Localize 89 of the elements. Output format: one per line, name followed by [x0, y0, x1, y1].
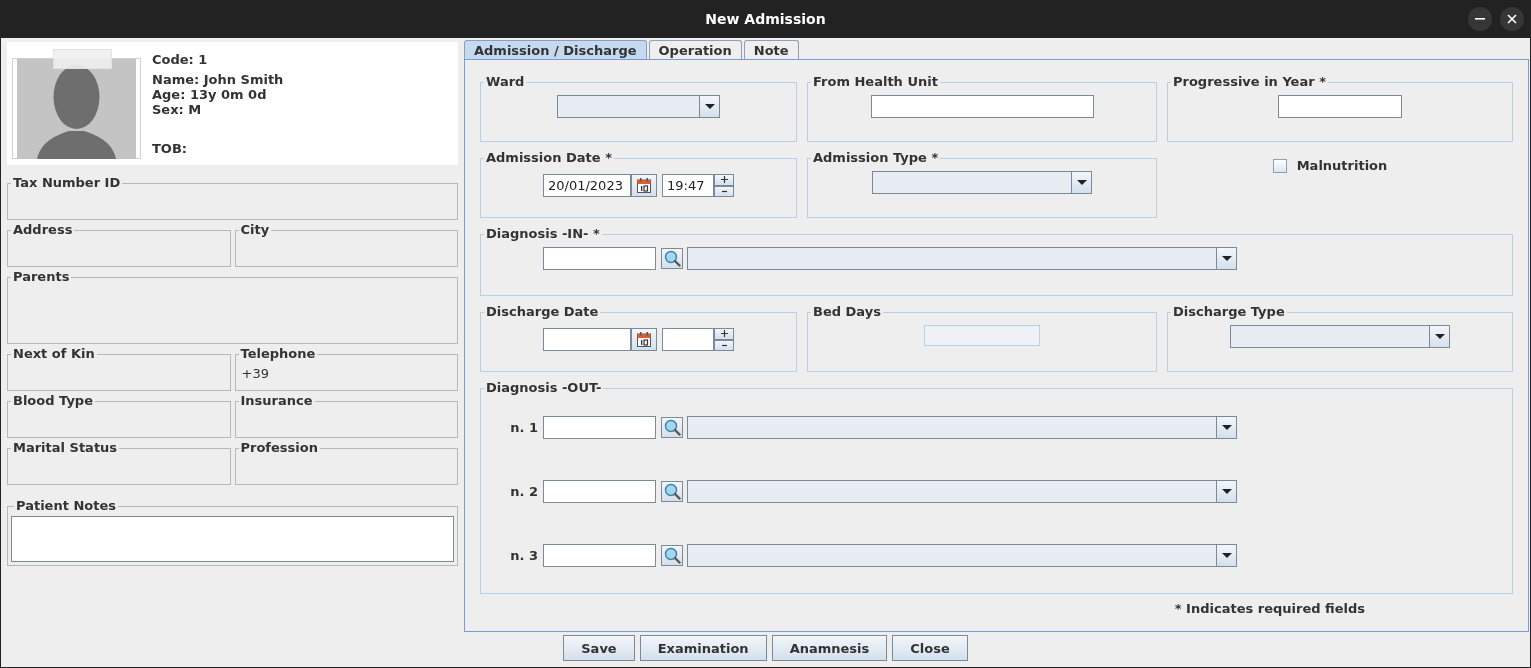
field-label: Discharge Date	[486, 304, 599, 319]
notes-field[interactable]	[11, 516, 454, 562]
date-field[interactable]: 20/01/2023	[543, 174, 631, 197]
field-label: From Health Unit	[813, 74, 938, 89]
checkbox[interactable]	[1272, 159, 1287, 173]
field-label: Marital Status	[13, 440, 118, 455]
dropdown[interactable]	[687, 247, 1237, 270]
tape-icon	[53, 49, 112, 69]
field-label: City	[240, 222, 270, 237]
action-button[interactable]: Close	[892, 635, 968, 661]
dropdown[interactable]	[687, 416, 1237, 439]
field-label: Diagnosis -IN- *	[486, 226, 600, 241]
search-icon	[663, 250, 681, 267]
field-label: Patient Notes	[16, 498, 116, 513]
code-field[interactable]	[543, 416, 656, 439]
dropdown[interactable]	[687, 480, 1237, 503]
input-field[interactable]	[870, 95, 1094, 118]
field-label: Bed Days	[813, 304, 881, 319]
field-label: Insurance	[240, 393, 313, 408]
field-label: Blood Type	[13, 393, 93, 408]
minimize-button[interactable]	[1468, 7, 1492, 31]
dropdown[interactable]	[687, 544, 1237, 567]
field-label: Profession	[240, 440, 318, 455]
field-label: Discharge Type	[1173, 304, 1285, 319]
caret-icon	[1221, 489, 1232, 494]
search-button[interactable]	[661, 545, 683, 566]
caret-icon	[1434, 334, 1445, 339]
row-label: n. 2	[509, 484, 538, 499]
plus-icon	[720, 330, 728, 338]
search-button[interactable]	[661, 248, 683, 269]
window-title: New Admission	[705, 11, 826, 27]
field-label: Progressive in Year *	[1173, 74, 1326, 89]
code-field[interactable]	[543, 480, 656, 503]
minimize-icon	[1475, 18, 1485, 20]
plus-icon	[720, 176, 728, 184]
action-button[interactable]: Save	[563, 635, 635, 661]
row-label: n. 1	[509, 420, 538, 435]
action-button[interactable]: Examination	[639, 635, 767, 661]
field-value[interactable]: +39	[235, 362, 269, 381]
code-field[interactable]	[543, 247, 656, 270]
caret-icon	[1221, 256, 1232, 261]
increment-button[interactable]	[714, 174, 734, 186]
tab[interactable]: Note	[743, 40, 799, 59]
calendar-button[interactable]	[631, 174, 657, 197]
patient-tob: TOB:	[152, 141, 189, 156]
tab[interactable]: Operation	[648, 40, 742, 59]
patient-code: Code: 1	[152, 52, 209, 67]
caret-icon	[1076, 180, 1087, 185]
tab[interactable]: Admission / Discharge	[464, 40, 647, 59]
calendar-icon	[637, 178, 651, 193]
time-field[interactable]	[662, 328, 714, 351]
dropdown[interactable]	[1230, 325, 1450, 348]
caret-icon	[704, 104, 715, 109]
time-field[interactable]: 19:47	[662, 174, 714, 197]
field-label: Diagnosis -OUT-	[486, 380, 602, 395]
field-label: Parents	[13, 269, 70, 284]
caret-icon	[1221, 425, 1232, 430]
malnutrition-checkbox[interactable]: Malnutrition	[1272, 158, 1388, 174]
search-icon	[663, 419, 681, 436]
field-label: Address	[13, 222, 73, 237]
input-field[interactable]	[1278, 95, 1402, 118]
field-label: Telephone	[240, 346, 316, 361]
close-button[interactable]	[1500, 7, 1524, 31]
date-field[interactable]	[543, 328, 631, 351]
increment-button[interactable]	[714, 328, 734, 340]
search-button[interactable]	[661, 481, 683, 502]
search-icon	[663, 547, 681, 564]
field-label: Admission Date *	[486, 150, 612, 165]
patient-name: Name: John Smith	[152, 72, 284, 87]
field-label: Admission Type *	[813, 150, 939, 165]
close-icon	[1507, 14, 1517, 24]
field-label: Next of Kin	[13, 346, 95, 361]
minus-icon	[721, 343, 727, 347]
required-note: * Indicates required fields	[1174, 601, 1365, 616]
dropdown[interactable]	[557, 95, 720, 118]
caret-icon	[1221, 553, 1232, 558]
field-label: Tax Number ID	[13, 175, 121, 190]
action-button[interactable]: Anamnesis	[771, 635, 888, 661]
code-field[interactable]	[543, 544, 656, 567]
minus-icon	[721, 189, 727, 193]
search-button[interactable]	[661, 417, 683, 438]
calendar-icon	[637, 332, 651, 347]
field-label: Ward	[486, 74, 525, 89]
row-label: n. 3	[509, 548, 538, 563]
dropdown[interactable]	[872, 171, 1092, 194]
patient-sex: Sex: M	[152, 102, 203, 117]
calendar-button[interactable]	[631, 328, 657, 351]
search-icon	[663, 483, 681, 500]
patient-age: Age: 13y 0m 0d	[152, 87, 268, 102]
